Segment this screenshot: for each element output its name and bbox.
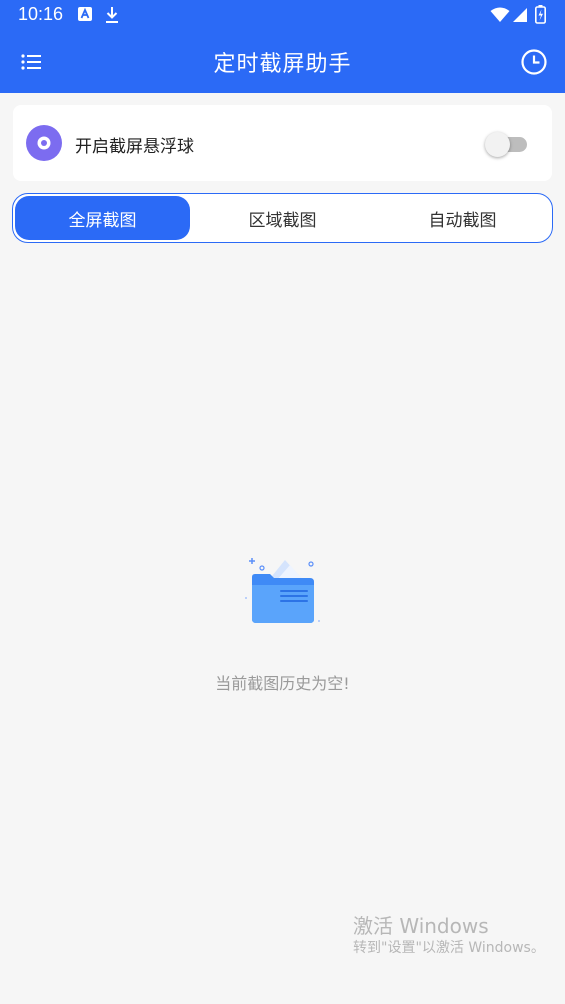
clock-history-icon[interactable] — [519, 47, 549, 77]
signal-icon — [512, 7, 528, 27]
app-screen: 10:16 定时截屏助手 开启截屏悬浮球 全屏截图 区域截图 自动截图 当前截图… — [0, 0, 565, 1004]
screenshot-mode-tabs: 全屏截图 区域截图 自动截图 — [12, 193, 553, 243]
top-bar: 10:16 定时截屏助手 — [0, 0, 565, 93]
floating-ball-toggle[interactable] — [485, 131, 529, 157]
windows-activation-watermark-title: 激活 Windows — [353, 914, 489, 938]
toggle-knob — [485, 132, 510, 157]
tab-region[interactable]: 区域截图 — [195, 196, 370, 240]
page-title: 定时截屏助手 — [213, 52, 352, 77]
download-icon — [104, 6, 120, 28]
windows-activation-watermark-hint: 转到"设置"以激活 Windows。 — [353, 940, 545, 956]
tab-fullscreen[interactable]: 全屏截图 — [15, 196, 190, 240]
status-time: 10:16 — [18, 4, 64, 24]
status-bar: 10:16 — [0, 0, 565, 30]
empty-state-message: 当前截图历史为空! — [215, 674, 350, 693]
text-a-icon — [77, 6, 93, 26]
floating-ball-label: 开启截屏悬浮球 — [75, 137, 194, 157]
floating-ball-card: 开启截屏悬浮球 — [13, 105, 552, 181]
wifi-icon — [490, 7, 510, 27]
tab-auto[interactable]: 自动截图 — [375, 196, 550, 240]
empty-folder-icon — [240, 555, 325, 627]
app-bar: 定时截屏助手 — [0, 30, 565, 93]
record-disc-icon — [26, 125, 62, 161]
battery-charging-icon — [535, 5, 546, 28]
